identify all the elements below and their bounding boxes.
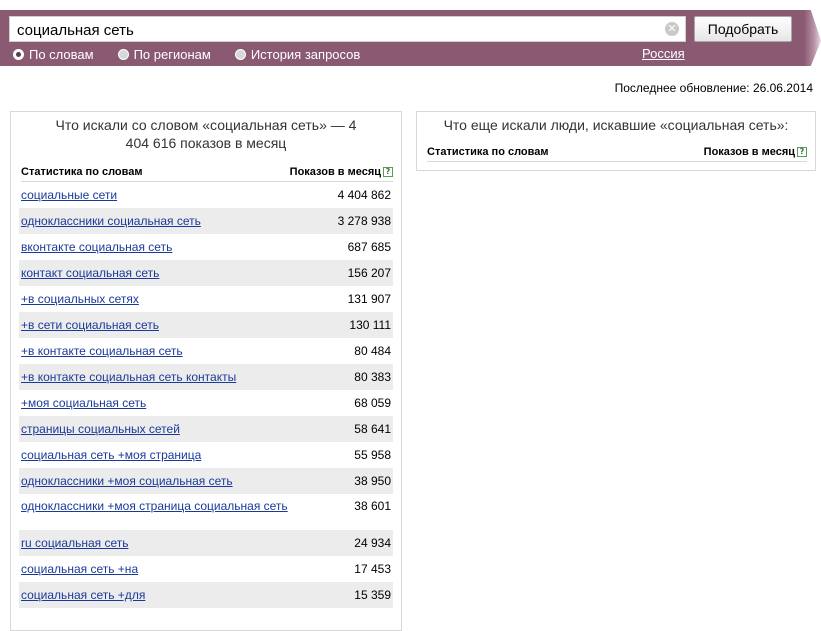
column-header-count-label: Показов в месяц	[703, 145, 795, 158]
impressions-count: 80 484	[354, 344, 391, 358]
table-row: социальная сеть +для 15 359	[19, 582, 393, 608]
impressions-count: 58 641	[354, 422, 391, 436]
panel-title: Что искали со словом «социальная сеть» —…	[55, 117, 357, 151]
column-header-keyword: Статистика по словам	[427, 145, 549, 158]
table-row: +моя социальная сеть 68 059	[19, 390, 393, 416]
column-header-count: Показов в месяц?	[704, 146, 807, 158]
table-row: социальная сеть +моя страница 55 958	[19, 442, 393, 468]
mode-by-regions[interactable]: По регионам	[117, 46, 211, 62]
column-header-count: Показов в месяц?	[290, 166, 393, 178]
help-icon[interactable]: ?	[383, 166, 393, 177]
keyword-link[interactable]: вконтакте социальная сеть	[21, 240, 172, 254]
impressions-count: 156 207	[347, 266, 391, 280]
keyword-link[interactable]: одноклассники +моя социальная сеть	[21, 474, 233, 488]
keyword-link[interactable]: +в контакте социальная сеть	[21, 344, 183, 358]
table-row: ru социальная сеть 24 934	[19, 530, 393, 556]
keyword-link[interactable]: социальная сеть +моя страница	[21, 448, 201, 462]
keyword-link[interactable]: одноклассники социальная сеть	[21, 214, 201, 228]
panel-title: Что еще искали люди, искавшие «социальна…	[443, 117, 789, 133]
table-header: Статистика по словам Показов в месяц?	[21, 162, 393, 182]
table-row: одноклассники социальная сеть 3 278 938	[19, 208, 393, 234]
impressions-count: 55 958	[354, 448, 391, 462]
top-bar-arrow-tail	[804, 10, 821, 66]
keyword-link[interactable]: социальная сеть +на	[21, 562, 138, 576]
column-header-keyword: Статистика по словам	[21, 165, 143, 178]
mode-query-history[interactable]: История запросов	[234, 46, 361, 62]
impressions-count: 24 934	[354, 536, 391, 550]
region-link[interactable]: Россия	[642, 46, 685, 61]
column-header-count-label: Показов в месяц	[289, 165, 381, 178]
table-row: +в контакте социальная сеть контакты 80 3…	[19, 364, 393, 390]
keyword-link[interactable]: одноклассники +моя страница социальная с…	[21, 499, 288, 513]
impressions-count: 130 111	[349, 318, 391, 332]
mode-by-words[interactable]: По словам	[13, 46, 94, 62]
keyword-link[interactable]: социальная сеть +для	[21, 588, 145, 602]
last-update-text: Последнее обновление: 26.06.2014	[614, 81, 813, 95]
mode-label: По словам	[29, 46, 94, 62]
table-row: социальная сеть +на 17 453	[19, 556, 393, 582]
impressions-count: 3 278 938	[337, 214, 391, 228]
impressions-count: 68 059	[354, 396, 391, 410]
help-icon[interactable]: ?	[797, 146, 807, 157]
keyword-link[interactable]: +в контакте социальная сеть контакты	[21, 370, 236, 384]
table-row: социальные сети 4 404 862	[19, 182, 393, 208]
clear-icon[interactable]: ✕	[665, 22, 679, 36]
keyword-link[interactable]: контакт социальная сеть	[21, 266, 159, 280]
table-row: страницы социальных сетей 58 641	[19, 416, 393, 442]
radio-icon[interactable]	[234, 48, 246, 60]
table-row: контакт социальная сеть 156 207	[19, 260, 393, 286]
keyword-table: социальные сети 4 404 862 одноклассники с…	[19, 182, 393, 608]
keyword-link[interactable]: +моя социальная сеть	[21, 396, 146, 410]
table-row: одноклассники +моя социальная сеть 38 950	[19, 468, 393, 494]
word-stats-panel: Что искали со словом «социальная сеть» —…	[10, 111, 402, 631]
table-header: Статистика по словам Показов в месяц?	[427, 142, 807, 162]
mode-label: История запросов	[250, 46, 361, 62]
keyword-link[interactable]: +в сети социальная сеть	[21, 318, 159, 332]
impressions-count: 4 404 862	[337, 188, 391, 202]
table-row: +в контакте социальная сеть 80 484	[19, 338, 393, 364]
radio-icon[interactable]	[117, 48, 129, 60]
table-row: +в социальных сетях 131 907	[19, 286, 393, 312]
table-row: вконтакте социальная сеть 687 685	[19, 234, 393, 260]
submit-button[interactable]: Подобрать	[694, 16, 792, 42]
impressions-count: 80 383	[354, 370, 391, 384]
impressions-count: 17 453	[354, 562, 391, 576]
keyword-link[interactable]: +в социальных сетях	[21, 292, 139, 306]
impressions-count: 687 685	[347, 240, 391, 254]
search-input[interactable]	[9, 16, 686, 42]
related-queries-panel: Что еще искали люди, искавшие «социальна…	[416, 111, 816, 171]
table-row: +в сети социальная сеть 130 111	[19, 312, 393, 338]
top-search-bar: ✕ Подобрать По словам По регионам Истори…	[0, 0, 821, 66]
impressions-count: 131 907	[347, 292, 391, 306]
impressions-count: 38 601	[354, 499, 391, 513]
keyword-link[interactable]: ru социальная сеть	[21, 536, 128, 550]
radio-icon[interactable]	[13, 48, 24, 60]
table-row: одноклассники +моя страница социальная с…	[19, 494, 393, 530]
keyword-link[interactable]: социальные сети	[21, 188, 117, 202]
impressions-count: 38 950	[354, 474, 391, 488]
impressions-count: 15 359	[354, 588, 391, 602]
search-mode-selector: По словам По регионам История запросов	[13, 46, 384, 62]
keyword-link[interactable]: страницы социальных сетей	[21, 422, 180, 436]
mode-label: По регионам	[133, 46, 211, 62]
